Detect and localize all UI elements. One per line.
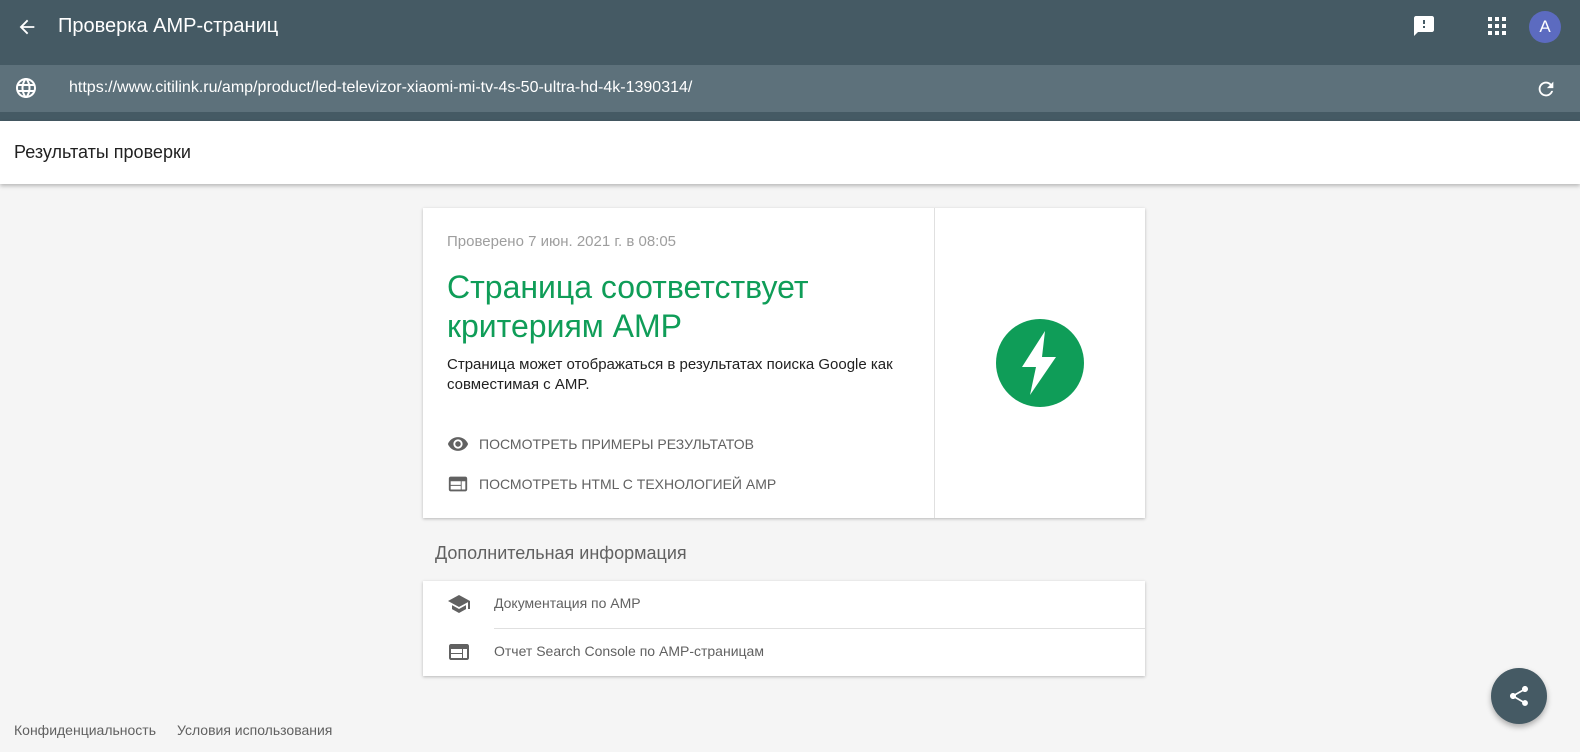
- terms-link[interactable]: Условия использования: [177, 722, 332, 738]
- arrow-back-icon: [19, 19, 35, 35]
- apps-button[interactable]: [1482, 11, 1512, 41]
- school-icon: [447, 592, 471, 616]
- eye-icon: [447, 433, 469, 455]
- result-icon-area: [935, 208, 1145, 518]
- privacy-link[interactable]: Конфиденциальность: [14, 722, 156, 738]
- refresh-button[interactable]: [1533, 76, 1559, 102]
- globe-icon: [16, 78, 36, 98]
- more-info-links: Документация по AMP Отчет Search Console…: [423, 581, 1145, 676]
- share-icon: [1510, 686, 1528, 706]
- search-console-report-link[interactable]: Отчет Search Console по AMP-страницам: [423, 629, 1145, 676]
- apps-grid-icon: [1488, 17, 1506, 35]
- view-results-examples-button[interactable]: ПОСМОТРЕТЬ ПРИМЕРЫ РЕЗУЛЬТАТОВ: [447, 433, 754, 455]
- app-title: Проверка AMP-страниц: [58, 15, 279, 37]
- view-amp-html-button[interactable]: ПОСМОТРЕТЬ HTML С ТЕХНОЛОГИЕЙ AMP: [447, 473, 776, 495]
- app-bar: Проверка AMP-страниц A https://www.citil…: [0, 0, 1580, 121]
- search-console-report-label: Отчет Search Console по AMP-страницам: [494, 643, 764, 659]
- page-title: Результаты проверки: [14, 142, 191, 162]
- top-bar: Проверка AMP-страниц A: [0, 0, 1580, 54]
- url-input[interactable]: https://www.citilink.ru/amp/product/led-…: [69, 79, 692, 97]
- result-heading: Страница соответствует критериям AMP: [447, 269, 809, 344]
- view-amp-html-label: ПОСМОТРЕТЬ HTML С ТЕХНОЛОГИЕЙ AMP: [479, 476, 777, 492]
- url-bar: https://www.citilink.ru/amp/product/led-…: [0, 65, 1580, 112]
- checked-date: Проверено 7 июн. 2021 г. в 08:05: [447, 233, 677, 250]
- results-header: Результаты проверки: [0, 121, 1580, 184]
- web-icon: [447, 640, 471, 664]
- amp-lightning-icon: [996, 319, 1084, 407]
- more-info-title: Дополнительная информация: [435, 543, 687, 563]
- feedback-icon: [1414, 16, 1434, 36]
- view-results-examples-label: ПОСМОТРЕТЬ ПРИМЕРЫ РЕЗУЛЬТАТОВ: [479, 436, 754, 452]
- amp-docs-label: Документация по AMP: [494, 595, 641, 611]
- account-avatar[interactable]: A: [1529, 11, 1561, 43]
- result-description: Страница может отображаться в результата…: [447, 356, 893, 393]
- amp-docs-link[interactable]: Документация по AMP: [423, 581, 1145, 628]
- result-card: Проверено 7 июн. 2021 г. в 08:05 Страниц…: [423, 208, 1145, 518]
- result-summary: Проверено 7 июн. 2021 г. в 08:05 Страниц…: [423, 208, 935, 518]
- web-icon: [447, 473, 469, 495]
- back-button[interactable]: [12, 12, 42, 42]
- refresh-icon: [1538, 81, 1554, 97]
- share-button[interactable]: [1491, 668, 1547, 724]
- feedback-button[interactable]: [1409, 11, 1439, 41]
